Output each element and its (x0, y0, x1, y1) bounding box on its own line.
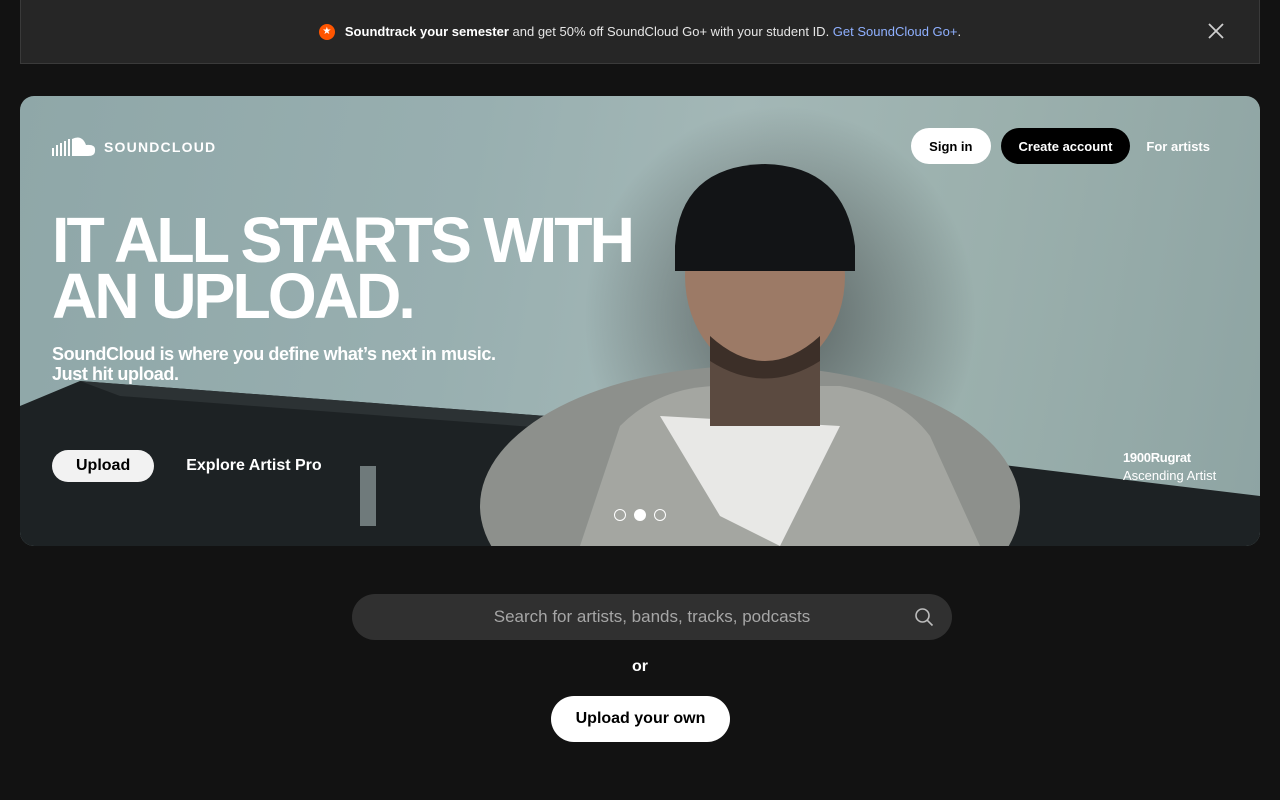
hero-carousel: SOUNDCLOUD Sign in Create account For ar… (20, 96, 1260, 546)
search-bar (352, 594, 952, 640)
carousel-dot-1[interactable] (614, 509, 626, 521)
star-badge-icon: ★ (318, 23, 335, 40)
promo-body-text: and get 50% off SoundCloud Go+ with your… (508, 24, 833, 39)
carousel-dot-3[interactable] (654, 509, 666, 521)
promo-bold-text: Soundtrack your semester (344, 24, 509, 39)
soundcloud-logo[interactable]: SOUNDCLOUD (52, 136, 216, 158)
artist-name: 1900Rugrat (1123, 450, 1191, 465)
create-account-button[interactable]: Create account (1000, 128, 1131, 164)
search-icon[interactable] (914, 607, 934, 627)
close-icon[interactable] (1207, 22, 1225, 40)
search-input[interactable] (402, 606, 902, 628)
explore-artist-pro-link[interactable]: Explore Artist Pro (186, 457, 321, 475)
upload-button[interactable]: Upload (52, 450, 155, 482)
carousel-dot-2[interactable] (634, 509, 646, 521)
promo-banner: ★ Soundtrack your semester and get 50% o… (20, 0, 1260, 64)
hero-actions: Upload Explore Artist Pro (52, 450, 322, 482)
subline-line-1: SoundCloud is where you define what’s ne… (52, 344, 496, 364)
promo-text: Soundtrack your semester and get 50% off… (345, 24, 961, 39)
subline-line-2: Just hit upload. (52, 364, 179, 384)
go-plus-link[interactable]: Get SoundCloud Go+ (833, 24, 958, 39)
upload-your-own-button[interactable]: Upload your own (551, 696, 730, 742)
artist-credit: 1900Rugrat Ascending Artist (1123, 449, 1216, 485)
carousel-dots (614, 509, 666, 521)
logo-wordmark: SOUNDCLOUD (104, 139, 217, 155)
sign-in-button[interactable]: Sign in (911, 128, 991, 164)
hero-subline: SoundCloud is where you define what’s ne… (52, 344, 532, 384)
hero-headline: IT ALL STARTS WITH AN UPLOAD. (52, 208, 635, 328)
soundcloud-cloud-icon (52, 137, 96, 156)
or-divider: or (632, 658, 648, 675)
promo-period: . (957, 24, 962, 39)
for-artists-link[interactable]: For artists (1140, 139, 1230, 154)
artist-caption: Ascending Artist (1123, 468, 1217, 483)
headline-line-2: AN UPLOAD. (52, 260, 416, 332)
hero-nav: Sign in Create account For artists (911, 128, 1230, 164)
